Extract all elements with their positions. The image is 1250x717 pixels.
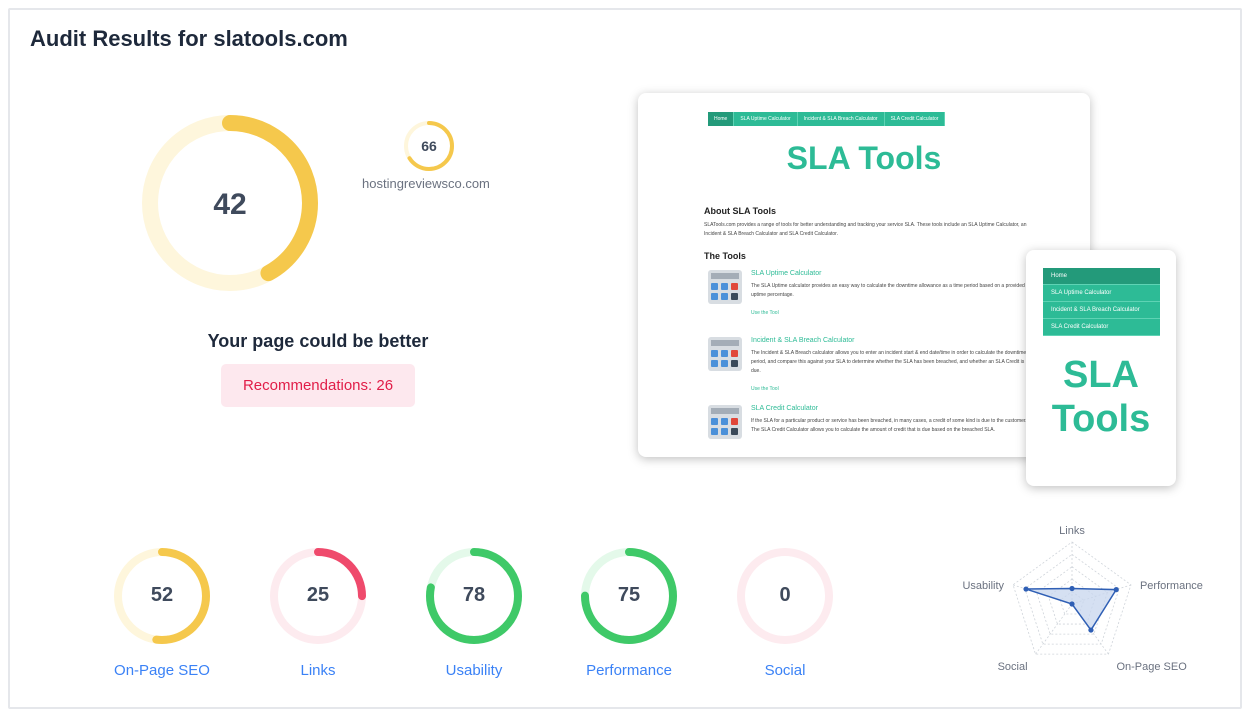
metric-ring-performance[interactable]: 75 xyxy=(579,546,679,646)
competitor-score-value: 66 xyxy=(421,138,437,154)
radar-point xyxy=(1069,601,1075,607)
mobile-nav-breach: Incident & SLA Breach Calculator xyxy=(1043,302,1160,319)
radar-axis-label: Social xyxy=(998,661,1028,673)
radar-chart: Links Performance On-Page SEO Social Usabili… xyxy=(940,525,1240,711)
metric-label[interactable]: Links xyxy=(248,662,388,679)
radar-point xyxy=(1113,587,1119,593)
preview-tool-title: SLA Credit Calculator xyxy=(751,405,818,412)
competitor-score-ring: 66 xyxy=(403,120,455,172)
mobile-preview-brand: SLA Tools xyxy=(1051,354,1151,440)
metric-label[interactable]: Usability xyxy=(404,662,544,679)
metric-label[interactable]: Performance xyxy=(559,662,699,679)
radar-axis-line xyxy=(1035,603,1073,655)
preview-tools-heading: The Tools xyxy=(704,251,746,261)
preview-tool-item: SLA Credit Calculator If the SLA for a p… xyxy=(708,405,1038,457)
preview-tool-title: Incident & SLA Breach Calculator xyxy=(751,337,855,344)
metric-label[interactable]: On-Page SEO xyxy=(92,662,232,679)
metric-ring-links[interactable]: 25 xyxy=(268,546,368,646)
overall-score-value: 42 xyxy=(213,188,247,221)
mobile-nav-credit: SLA Credit Calculator xyxy=(1043,319,1160,336)
calculator-icon xyxy=(708,270,742,304)
preview-nav-credit: SLA Credit Calculator xyxy=(884,112,946,126)
preview-about-text: SLATools.com provides a range of tools f… xyxy=(704,222,1027,237)
preview-tool-desc: The SLA Uptime calculator provides an ea… xyxy=(751,283,1025,298)
preview-brand: SLA Tools xyxy=(786,140,942,176)
mobile-nav-home: Home xyxy=(1043,268,1160,285)
radar-point xyxy=(1023,586,1029,592)
radar-point xyxy=(1069,585,1075,592)
metric-ring-social[interactable]: 0 xyxy=(735,546,835,646)
preview-nav-home: Home xyxy=(708,112,735,126)
audit-results-card: Audit Results for slatools.com 42 66 hos… xyxy=(8,8,1242,709)
competitor-domain[interactable]: hostingreviewsco.com xyxy=(362,176,490,191)
calculator-icon xyxy=(708,337,742,371)
preview-navbar: Home SLA Uptime Calculator Incident & SL… xyxy=(708,112,946,126)
radar-axis-label: On-Page SEO xyxy=(1116,661,1187,673)
radar-axis-label: Usability xyxy=(962,580,1004,592)
calculator-icon xyxy=(708,405,742,439)
preview-tool-item: SLA Uptime Calculator The SLA Uptime cal… xyxy=(708,270,1038,330)
radar-axis-label: Performance xyxy=(1140,580,1203,592)
metric-label[interactable]: Social xyxy=(715,662,855,679)
metric-score-value: 75 xyxy=(617,584,641,606)
preview-tool-desc: If the SLA for a particular product or s… xyxy=(751,418,1027,433)
preview-tool-desc: The Incident & SLA Breach calculator all… xyxy=(751,350,1027,374)
preview-tool-item: Incident & SLA Breach Calculator The Inc… xyxy=(708,337,1038,397)
overall-score-ring: 42 xyxy=(140,113,320,293)
score-verdict: Your page could be better xyxy=(207,331,429,351)
metric-ring-on-page-seo[interactable]: 52 xyxy=(112,546,212,646)
radar-axis-label: Links xyxy=(1059,526,1085,537)
radar-point xyxy=(1088,627,1094,633)
metric-score-value: 0 xyxy=(779,584,791,606)
page-title: Audit Results for slatools.com xyxy=(30,26,348,51)
metric-ring-usability[interactable]: 78 xyxy=(424,546,524,646)
preview-about-heading: About SLA Tools xyxy=(704,206,776,216)
preview-tool-link: Use the Tool xyxy=(751,310,779,316)
metric-score-value: 78 xyxy=(462,584,486,606)
mobile-nav-uptime: SLA Uptime Calculator xyxy=(1043,285,1160,302)
preview-nav-breach: Incident & SLA Breach Calculator xyxy=(797,112,885,126)
desktop-preview: Home SLA Uptime Calculator Incident & SL… xyxy=(638,93,1090,457)
recommendations-badge[interactable]: Recommendations: 26 xyxy=(221,364,415,407)
preview-nav-uptime: SLA Uptime Calculator xyxy=(734,112,798,126)
mobile-preview: Home SLA Uptime Calculator Incident & SL… xyxy=(1026,250,1176,486)
mobile-preview-nav: Home SLA Uptime Calculator Incident & SL… xyxy=(1043,268,1160,336)
metric-score-value: 52 xyxy=(150,584,174,606)
preview-tool-title: SLA Uptime Calculator xyxy=(751,270,822,277)
preview-tool-link: Use the Tool xyxy=(751,386,779,392)
metric-score-value: 25 xyxy=(306,584,330,606)
